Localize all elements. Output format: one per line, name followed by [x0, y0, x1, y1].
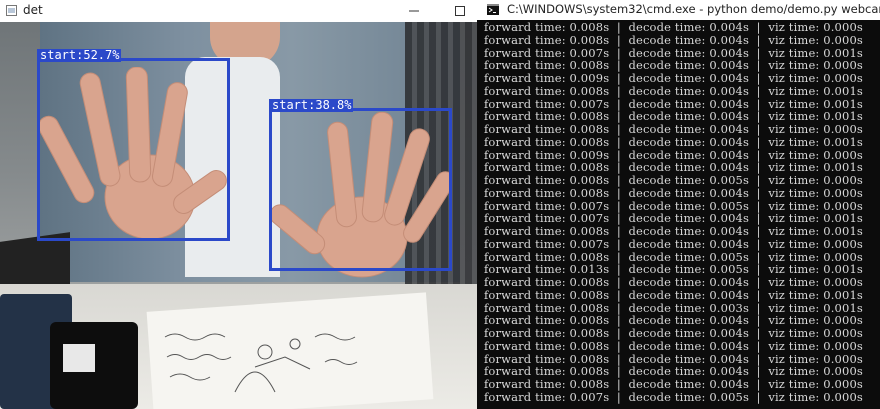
det-titlebar[interactable]: det [0, 0, 477, 23]
det-window: det start:52.7% start:38.8% [0, 0, 477, 409]
detection-box-1 [37, 58, 230, 241]
maximize-button[interactable] [444, 0, 476, 22]
console-line: forward time: 0.008s | decode time: 0.00… [484, 338, 863, 353]
maximize-icon [455, 6, 465, 16]
detection-label-2: start:38.8% [269, 99, 353, 112]
console-line: forward time: 0.008s | decode time: 0.00… [484, 287, 863, 302]
console-line: forward time: 0.008s | decode time: 0.00… [484, 134, 863, 149]
phone-screen [63, 344, 95, 372]
console-line: forward time: 0.008s | decode time: 0.00… [484, 83, 863, 98]
console-line: forward time: 0.008s | decode time: 0.00… [484, 122, 863, 136]
webcam-frame: start:52.7% start:38.8% [0, 22, 477, 409]
app-icon [6, 5, 17, 16]
window-title: det [23, 3, 43, 17]
console-line: forward time: 0.008s | decode time: 0.00… [484, 224, 863, 238]
detection-box-2 [269, 108, 452, 271]
window-title: C:\WINDOWS\system32\cmd.exe - python dem… [507, 2, 880, 16]
console-line: forward time: 0.008s | decode time: 0.00… [484, 32, 863, 47]
minimize-button[interactable] [398, 0, 430, 22]
cmd-titlebar[interactable]: C:\WINDOWS\system32\cmd.exe - python dem… [477, 0, 880, 20]
console-line: forward time: 0.008s | decode time: 0.00… [484, 326, 863, 340]
detection-label-1: start:52.7% [37, 49, 121, 62]
console-output[interactable]: forward time: 0.008s | decode time: 0.00… [484, 21, 880, 404]
console-line: forward time: 0.008s | decode time: 0.00… [484, 20, 863, 34]
console-line: forward time: 0.009s | decode time: 0.00… [484, 71, 863, 85]
cmd-window: C:\WINDOWS\system32\cmd.exe - python dem… [477, 0, 880, 409]
console-line: forward time: 0.008s | decode time: 0.00… [484, 185, 863, 200]
console-line: forward time: 0.008s | decode time: 0.00… [484, 275, 863, 289]
minimize-icon [409, 10, 419, 12]
console-line: forward time: 0.007s | decode time: 0.00… [484, 236, 863, 251]
console-line: forward time: 0.008s | decode time: 0.00… [484, 377, 863, 391]
handwritten-notes [164, 333, 358, 393]
console-line: forward time: 0.008s | decode time: 0.00… [484, 173, 863, 187]
cmd-icon [487, 4, 499, 15]
console-line: forward time: 0.007s | decode time: 0.00… [484, 389, 863, 404]
